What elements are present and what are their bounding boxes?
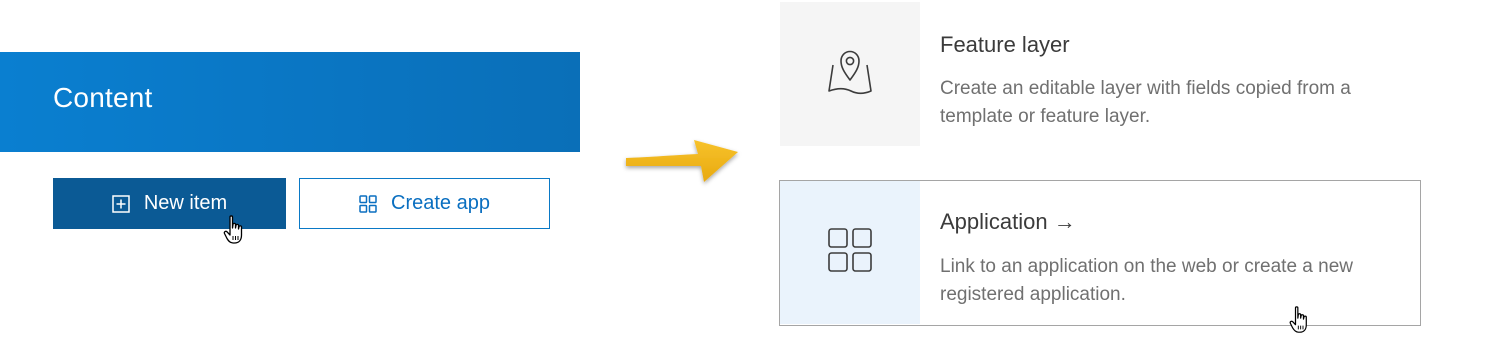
new-item-label: New item (143, 192, 228, 214)
hand-cursor-icon (222, 214, 254, 246)
map-pin-icon (824, 46, 876, 103)
plus-square-icon (112, 194, 130, 213)
arrow-right-icon (622, 124, 744, 190)
application-card[interactable]: Application → Link to an application on … (779, 180, 1421, 326)
content-header: Content (0, 52, 580, 152)
create-app-label: Create app (391, 192, 490, 214)
feature-layer-title: Feature layer (940, 32, 1070, 57)
feature-layer-card[interactable]: Feature layer Create an editable layer w… (780, 2, 1420, 146)
app-grid-icon (827, 227, 873, 278)
application-icon-container (780, 181, 920, 324)
feature-icon-container (780, 2, 920, 146)
feature-layer-description: Create an editable layer with fields cop… (940, 78, 1351, 127)
page-title: Content (53, 82, 153, 113)
create-app-button[interactable]: Create app (299, 178, 550, 229)
app-grid-icon (359, 194, 377, 213)
application-description: Link to an application on the web or cre… (940, 256, 1353, 305)
application-title: Application → (940, 209, 1076, 234)
hand-cursor-icon (1288, 305, 1318, 335)
tutorial-screenshot: Content New item Create app Feature laye… (0, 0, 1488, 362)
